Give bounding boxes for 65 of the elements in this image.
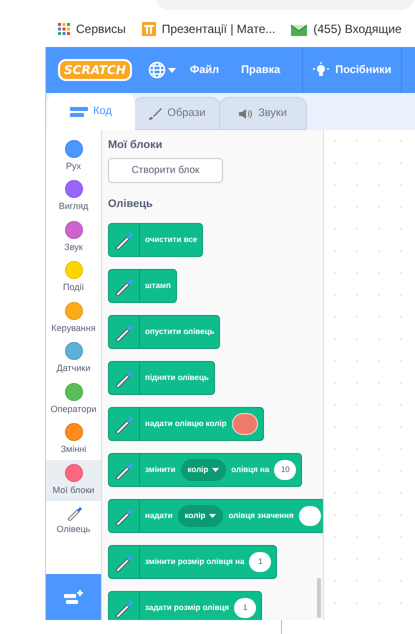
dropdown-field[interactable]: колір (178, 505, 224, 527)
number-input-field[interactable]: 10 (274, 460, 296, 480)
category-item[interactable]: Мої блоки (46, 460, 101, 500)
caret-icon (212, 468, 220, 472)
brush-icon (148, 106, 162, 120)
pen-icon (114, 414, 134, 434)
block-text: очистити все (145, 234, 198, 246)
color-swatch[interactable] (232, 413, 258, 435)
caret-icon (209, 514, 216, 518)
pen-icon (66, 505, 82, 521)
block-text: олівця значення (228, 510, 294, 522)
pen-icon (114, 552, 134, 572)
category-item[interactable]: Оператори (46, 379, 101, 420)
pen-icon (114, 230, 134, 250)
pen-icon (114, 506, 134, 526)
pen-block[interactable]: задати розмір олівця 1 (108, 591, 262, 620)
block-text: олівця на (231, 464, 270, 476)
section-heading: Олівець (108, 197, 154, 211)
scrollbar[interactable] (317, 578, 321, 618)
pi-icon (142, 22, 156, 36)
language-button[interactable] (148, 61, 176, 79)
number-input-field[interactable]: 1 (249, 552, 272, 572)
lightbulb-icon (313, 62, 330, 78)
envelope-icon (291, 22, 308, 36)
pen-block[interactable]: змінити розмір олівця на 1 (108, 545, 278, 579)
block-text: підняти олівець (145, 372, 209, 384)
section-heading: Мої блоки (108, 138, 164, 152)
number-input-field[interactable]: 1 (234, 598, 256, 618)
editor-tab[interactable]: Звуки (219, 97, 307, 130)
blocks-icon (70, 106, 88, 116)
block-text: штамп (145, 280, 171, 292)
speaker-icon (239, 108, 254, 120)
pen-icon (114, 322, 134, 342)
extension-icon (62, 589, 84, 605)
bookmark-link[interactable]: Презентації | Мате... (162, 20, 276, 38)
pen-block[interactable]: надати колір олівця значення (108, 499, 323, 533)
pen-icon (114, 368, 134, 388)
add-extension-button[interactable] (46, 574, 101, 620)
category-item[interactable]: Олівець (46, 500, 101, 541)
pen-block[interactable]: змінити колір олівця на 10 (108, 453, 302, 487)
block-text: змінити розмір олівця на (145, 556, 244, 568)
editor-tab[interactable]: Образи (133, 97, 221, 130)
pen-icon (114, 460, 134, 480)
category-item[interactable]: Рух (46, 136, 101, 176)
dropdown-field[interactable]: колір (180, 459, 226, 481)
number-input-field[interactable] (298, 506, 321, 526)
category-item[interactable]: Змінні (46, 420, 101, 460)
apps-grid-icon (58, 22, 70, 34)
block-text: задати розмір олівця (145, 602, 230, 614)
globe-icon (148, 61, 166, 79)
bookmark-link[interactable]: (455) Входящие (313, 20, 402, 38)
pen-icon (114, 276, 134, 296)
caret-icon (168, 68, 176, 72)
category-item[interactable]: Події (46, 258, 101, 298)
category-item[interactable]: Датчики (46, 338, 101, 379)
make-block-button[interactable]: Створити блок (108, 158, 223, 183)
category-item[interactable]: Звук (46, 217, 101, 258)
block-text: надати (145, 510, 173, 522)
bookmark-link[interactable]: Сервисы (76, 20, 126, 38)
block-text: надати олівцю колір (145, 418, 227, 430)
pen-icon (114, 598, 134, 618)
block-text: змінити (145, 464, 176, 476)
category-item[interactable]: Вигляд (46, 176, 101, 217)
block-text: опустити олівець (145, 326, 214, 338)
category-item[interactable]: Керування (46, 298, 101, 338)
